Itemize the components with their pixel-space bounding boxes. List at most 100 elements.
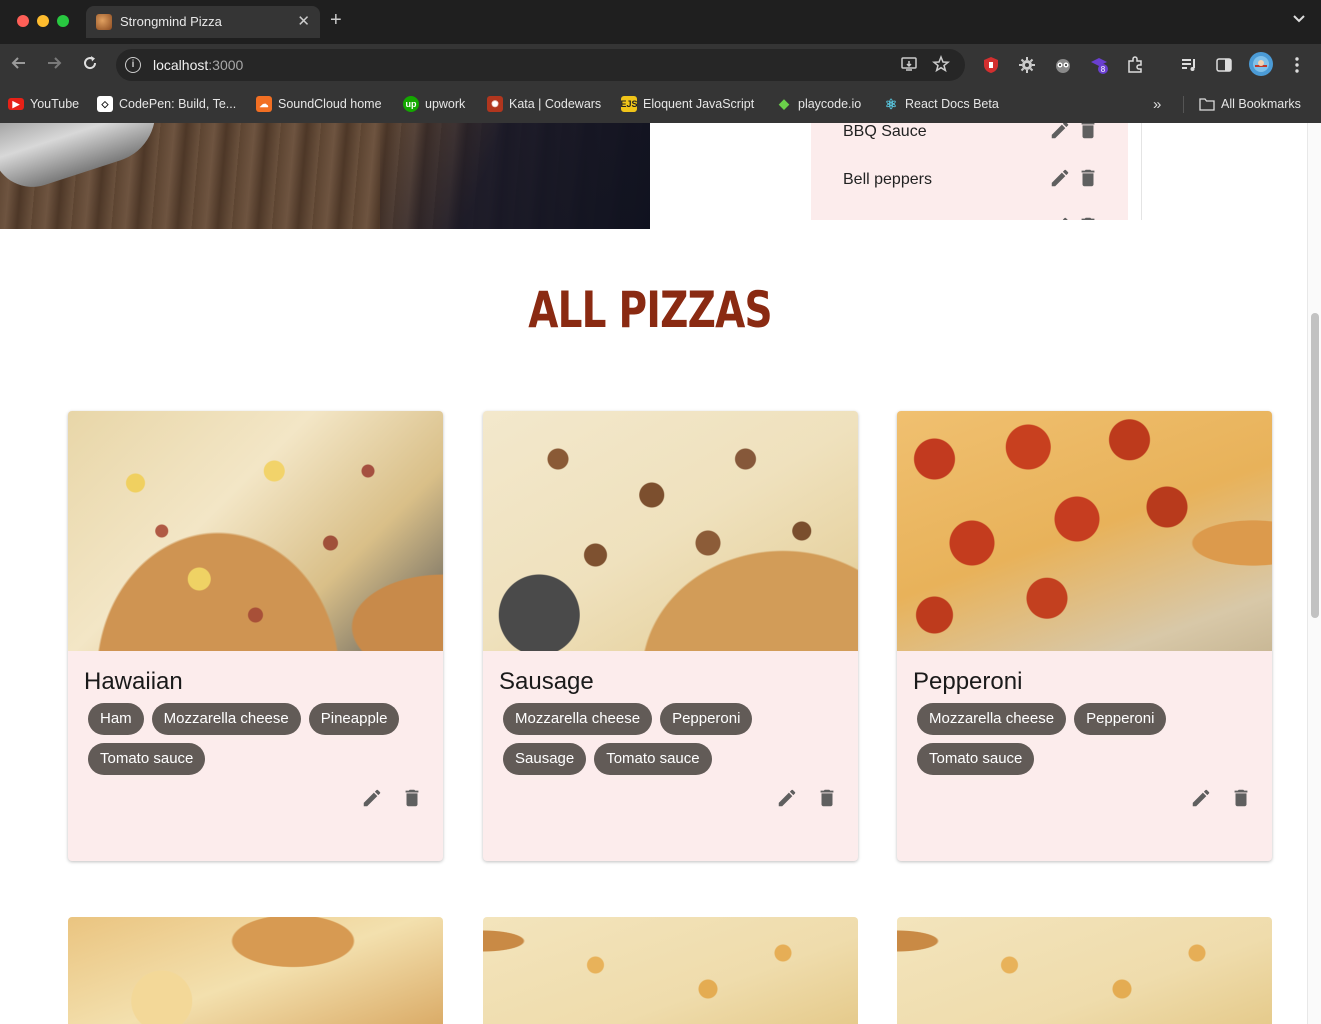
media-controls-icon[interactable] <box>1179 55 1199 75</box>
topping-name: BBQ Sauce <box>843 123 927 140</box>
bookmark-star-icon[interactable] <box>932 54 950 78</box>
codewars-icon: ✺ <box>487 96 503 112</box>
topping-chip: Tomato sauce <box>594 743 712 775</box>
bookmark-eloquent-js[interactable]: EJS Eloquent JavaScript <box>621 95 754 113</box>
url-text: localhost:3000 <box>153 57 244 73</box>
folder-icon <box>1199 96 1215 112</box>
bookmark-soundcloud[interactable]: ☁ SoundCloud home <box>256 95 382 113</box>
topping-chip: Tomato sauce <box>88 743 206 775</box>
browser-toolbar: i localhost:3000 8 <box>0 44 1321 86</box>
spy-extension-icon[interactable] <box>1053 55 1073 75</box>
scrollbar-thumb[interactable] <box>1311 313 1319 618</box>
bookmarks-bar: ▶ YouTube ◇ CodePen: Build, Te... ☁ Soun… <box>0 86 1321 123</box>
pizza-card-partial <box>483 917 858 1024</box>
address-bar[interactable]: i localhost:3000 <box>116 49 965 81</box>
topping-chip: Mozzarella cheese <box>917 703 1067 735</box>
topping-chip: Pepperoni <box>1074 703 1167 735</box>
page-viewport: BBQ Sauce Bell peppers ALL PIZZAS Hawaii… <box>0 123 1307 1024</box>
bookmark-codewars[interactable]: ✺ Kata | Codewars <box>487 95 601 113</box>
gear-extension-icon[interactable] <box>1017 55 1037 75</box>
toppings-list[interactable]: BBQ Sauce Bell peppers <box>811 123 1128 220</box>
tab-title: Strongmind Pizza <box>120 14 222 29</box>
pizza-name: Sausage <box>499 668 594 695</box>
svg-text:8: 8 <box>1101 65 1106 74</box>
topping-chip: Mozzarella cheese <box>503 703 653 735</box>
profile-avatar[interactable] <box>1249 52 1273 76</box>
soundcloud-icon: ☁ <box>256 96 272 112</box>
delete-trash-icon[interactable] <box>401 787 423 809</box>
topping-chip: Pineapple <box>308 703 400 735</box>
edit-pencil-icon[interactable] <box>361 787 383 809</box>
topping-chip: Ham <box>88 703 144 735</box>
topping-name: Bell peppers <box>843 171 932 188</box>
delete-trash-icon[interactable] <box>1230 787 1252 809</box>
bookmark-upwork[interactable]: up upwork <box>403 95 465 113</box>
reload-icon[interactable] <box>81 54 99 76</box>
topping-chips: Ham Mozzarella cheese Pineapple Tomato s… <box>88 703 428 775</box>
maximize-window-button[interactable] <box>57 15 69 27</box>
topping-chip: Mozzarella cheese <box>151 703 301 735</box>
card-actions <box>1182 787 1252 811</box>
edit-pencil-icon[interactable] <box>1049 123 1071 141</box>
ublock-extension-icon[interactable] <box>981 55 1001 75</box>
tab-close-icon[interactable]: ✕ <box>297 12 310 30</box>
browser-tab-bar: Strongmind Pizza ✕ + <box>0 0 1321 44</box>
pizza-image <box>68 411 443 651</box>
pizza-favicon-icon <box>96 14 112 30</box>
topping-row: BBQ Sauce <box>843 123 1103 149</box>
topping-chip: Pepperoni <box>660 703 753 735</box>
pizza-card-partial <box>68 917 443 1024</box>
bookmark-playcode[interactable]: ◆ playcode.io <box>776 95 861 113</box>
graduation-cap-extension-icon[interactable]: 8 <box>1090 55 1110 75</box>
site-info-icon[interactable]: i <box>125 57 141 73</box>
playcode-icon: ◆ <box>779 96 789 111</box>
topping-chips: Mozzarella cheese Pepperoni Sausage Toma… <box>503 703 843 775</box>
card-actions <box>353 787 423 811</box>
react-icon: ⚛ <box>884 95 898 112</box>
topping-row-partial <box>843 215 1103 220</box>
bookmark-codepen[interactable]: ◇ CodePen: Build, Te... <box>97 95 236 113</box>
forward-arrow-icon[interactable] <box>45 54 63 76</box>
side-panel-icon[interactable] <box>1214 55 1234 75</box>
browser-tab[interactable]: Strongmind Pizza ✕ <box>86 6 320 38</box>
topping-row: Bell peppers <box>843 167 1103 197</box>
tab-search-chevron-icon[interactable] <box>1293 12 1305 26</box>
toppings-panel: BBQ Sauce Bell peppers <box>811 123 1142 220</box>
close-window-button[interactable] <box>17 15 29 27</box>
new-tab-button[interactable]: + <box>330 10 342 30</box>
minimize-window-button[interactable] <box>37 15 49 27</box>
pizza-image <box>897 411 1272 651</box>
pizza-card-sausage: Sausage Mozzarella cheese Pepperoni Saus… <box>483 411 858 861</box>
back-arrow-icon[interactable] <box>10 54 28 76</box>
edit-pencil-icon[interactable] <box>1049 215 1071 220</box>
more-bookmarks-chevron-icon[interactable]: » <box>1153 95 1161 113</box>
all-bookmarks-folder[interactable]: All Bookmarks <box>1199 95 1301 113</box>
pizza-name: Pepperoni <box>913 668 1023 695</box>
page-scrollbar[interactable] <box>1307 123 1321 1024</box>
pizza-card-hawaiian: Hawaiian Ham Mozzarella cheese Pineapple… <box>68 411 443 861</box>
bookmark-youtube[interactable]: ▶ YouTube <box>8 95 79 113</box>
edit-pencil-icon[interactable] <box>1190 787 1212 809</box>
edit-pencil-icon[interactable] <box>1049 167 1071 189</box>
bookmarks-divider <box>1183 96 1184 113</box>
ejs-icon: EJS <box>621 96 638 112</box>
topping-chip: Tomato sauce <box>917 743 1035 775</box>
pizza-cutter-shape <box>0 123 169 198</box>
topping-chip: Sausage <box>503 743 587 775</box>
install-app-icon[interactable] <box>900 55 918 78</box>
codepen-icon: ◇ <box>97 96 113 112</box>
delete-trash-icon[interactable] <box>1077 215 1099 220</box>
pizza-card-pepperoni: Pepperoni Mozzarella cheese Pepperoni To… <box>897 411 1272 861</box>
delete-trash-icon[interactable] <box>1077 167 1099 189</box>
card-actions <box>768 787 838 811</box>
pizza-name: Hawaiian <box>84 668 183 695</box>
bookmark-react-docs[interactable]: ⚛ React Docs Beta <box>883 95 999 113</box>
section-title: ALL PIZZAS <box>528 281 772 339</box>
upwork-icon: up <box>403 96 419 112</box>
delete-trash-icon[interactable] <box>1077 123 1099 141</box>
delete-trash-icon[interactable] <box>816 787 838 809</box>
kebab-menu-icon[interactable] <box>1287 55 1307 75</box>
extensions-puzzle-icon[interactable] <box>1125 55 1145 75</box>
edit-pencil-icon[interactable] <box>776 787 798 809</box>
youtube-icon: ▶ <box>8 98 24 110</box>
